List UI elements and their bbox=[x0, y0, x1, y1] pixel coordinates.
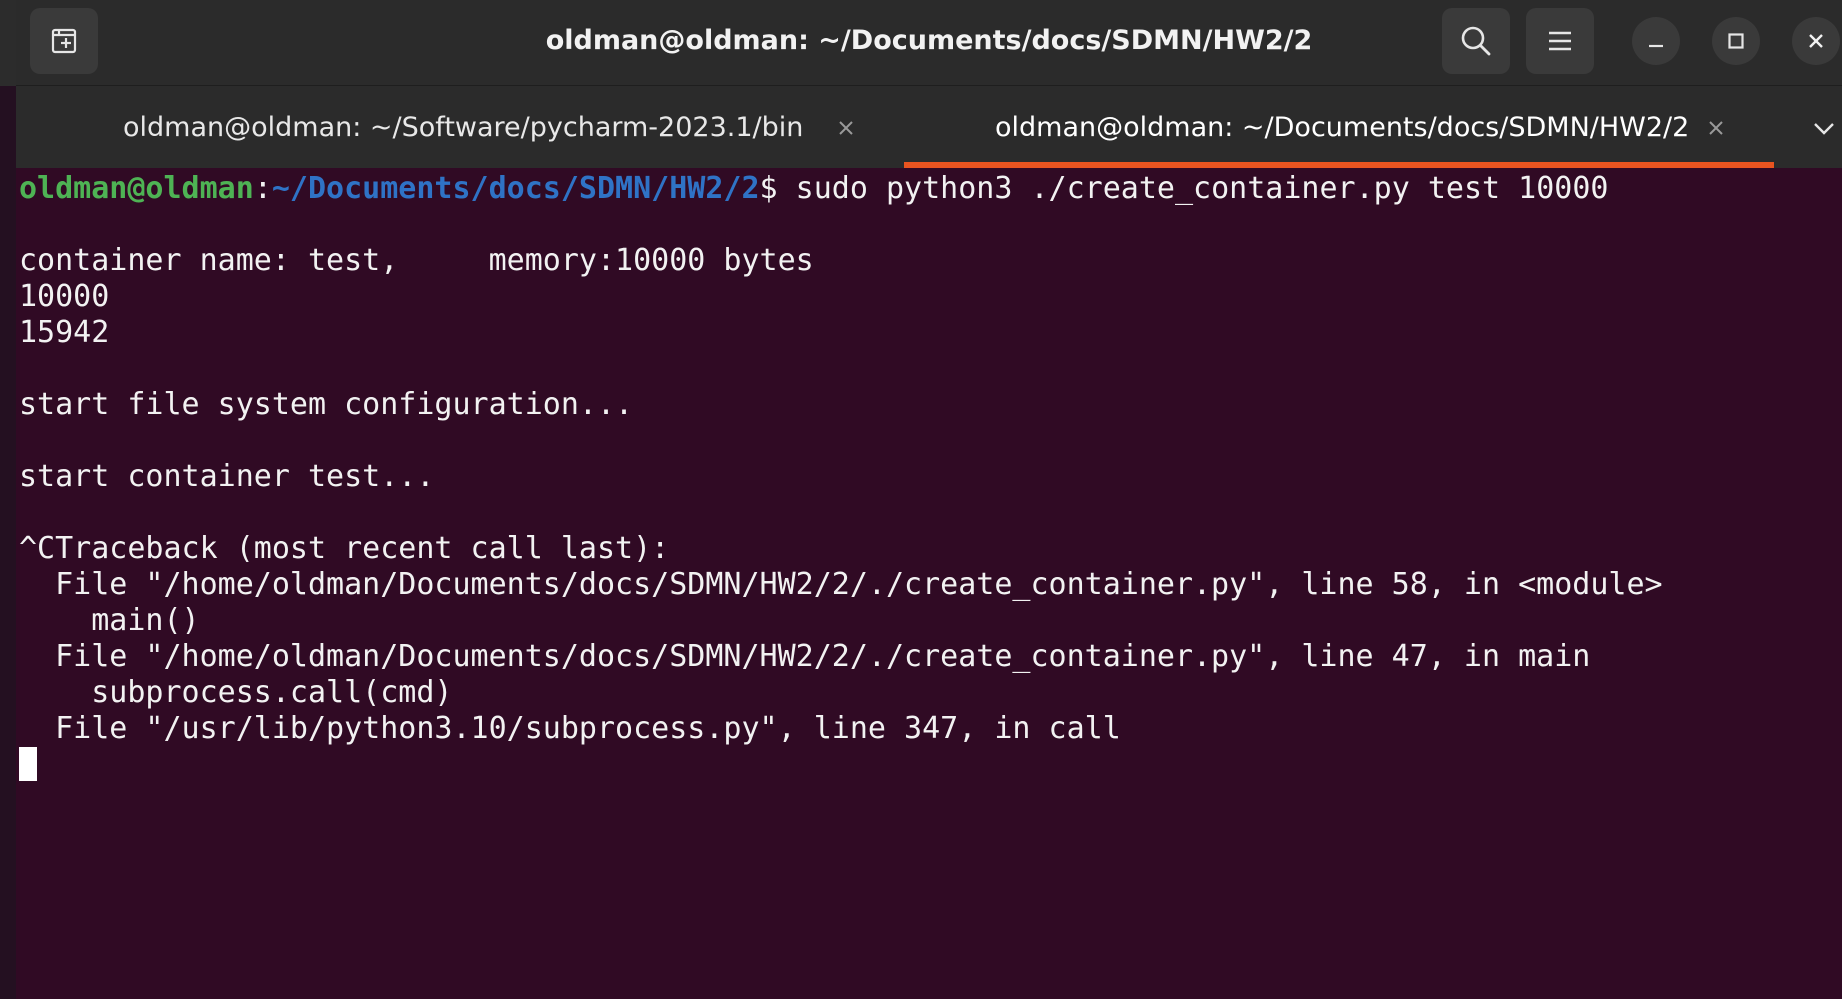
hamburger-menu-icon bbox=[1549, 31, 1571, 51]
output-line: File "/home/oldman/Documents/docs/SDMN/H… bbox=[19, 567, 1663, 602]
terminal-output[interactable]: oldman@oldman:~/Documents/docs/SDMN/HW2/… bbox=[16, 168, 1842, 999]
tab-hw2[interactable]: oldman@oldman: ~/Documents/docs/SDMN/HW2… bbox=[904, 86, 1774, 168]
output-line: File "/home/oldman/Documents/docs/SDMN/H… bbox=[19, 639, 1591, 674]
search-icon bbox=[1461, 26, 1491, 56]
menu-button[interactable] bbox=[1526, 8, 1594, 74]
new-tab-button[interactable] bbox=[30, 8, 98, 74]
close-button[interactable] bbox=[1792, 17, 1840, 65]
terminal-cursor bbox=[19, 747, 37, 781]
output-line: 15942 bbox=[19, 315, 110, 350]
prompt-separator: : bbox=[253, 171, 272, 206]
terminal-window: oldman@oldman: ~/Documents/docs/SDMN/HW2… bbox=[0, 0, 1842, 999]
prompt-symbol: $ bbox=[759, 171, 796, 206]
maximize-icon bbox=[1728, 33, 1744, 49]
output-line: container name: test, memory:10000 bytes bbox=[19, 243, 814, 278]
maximize-button[interactable] bbox=[1712, 17, 1760, 65]
output-line: 10000 bbox=[19, 279, 110, 314]
tab-label: oldman@oldman: ~/Software/pycharm-2023.1… bbox=[123, 112, 804, 143]
tab-close-icon[interactable] bbox=[1704, 116, 1728, 140]
new-tab-icon bbox=[51, 28, 77, 54]
output-line: ^CTraceback (most recent call last): bbox=[19, 531, 670, 566]
minimize-icon bbox=[1649, 44, 1663, 48]
header-bar: oldman@oldman: ~/Documents/docs/SDMN/HW2… bbox=[16, 0, 1842, 86]
tab-label: oldman@oldman: ~/Documents/docs/SDMN/HW2… bbox=[995, 112, 1690, 143]
prompt-line: oldman@oldman:~/Documents/docs/SDMN/HW2/… bbox=[19, 171, 1842, 207]
command-text: sudo python3 ./create_container.py test … bbox=[795, 171, 1609, 206]
desktop-edge bbox=[0, 0, 16, 999]
tab-close-icon[interactable] bbox=[834, 116, 858, 140]
search-button[interactable] bbox=[1442, 8, 1510, 74]
chevron-down-icon[interactable] bbox=[1810, 114, 1838, 142]
prompt-path: ~/Documents/docs/SDMN/HW2/2 bbox=[271, 171, 760, 206]
output-line: subprocess.call(cmd) bbox=[19, 675, 453, 710]
prompt-user: oldman@oldman bbox=[19, 171, 254, 206]
output-line: start container test... bbox=[19, 459, 435, 494]
minimize-button[interactable] bbox=[1632, 17, 1680, 65]
output-line: File "/usr/lib/python3.10/subprocess.py"… bbox=[19, 711, 1121, 746]
output-line: start file system configuration... bbox=[19, 387, 634, 422]
tab-pycharm-bin[interactable]: oldman@oldman: ~/Software/pycharm-2023.1… bbox=[16, 86, 904, 168]
tab-bar: oldman@oldman: ~/Software/pycharm-2023.1… bbox=[16, 86, 1842, 168]
output-line: main() bbox=[19, 603, 200, 638]
cursor-line bbox=[19, 747, 1842, 783]
close-icon bbox=[1809, 34, 1823, 48]
